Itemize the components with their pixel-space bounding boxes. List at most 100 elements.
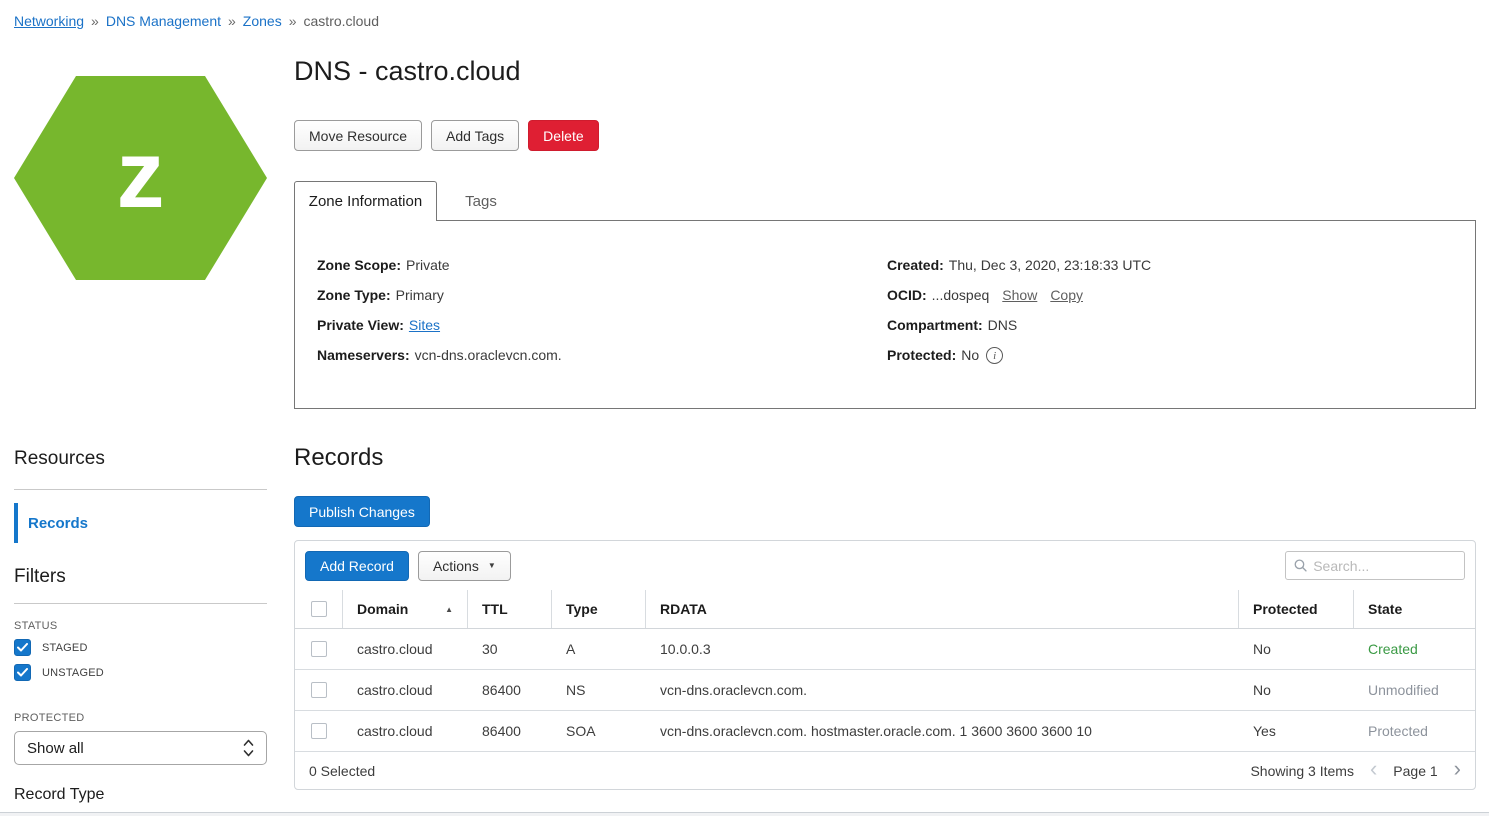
cell-state: Unmodified — [1354, 682, 1475, 698]
header-ttl: TTL — [468, 590, 552, 628]
cell-ttl: 86400 — [468, 723, 552, 739]
protected-filter-select-value: Show all — [27, 740, 84, 757]
cell-ttl: 86400 — [468, 682, 552, 698]
staged-checkbox[interactable] — [14, 639, 31, 656]
records-heading: Records — [294, 444, 383, 472]
records-table-footer: 0 Selected Showing 3 Items ‹ Page 1 › — [295, 752, 1475, 789]
protected-filter-select[interactable]: Show all — [14, 731, 267, 765]
sidebar-item-records-label: Records — [28, 515, 88, 532]
nameservers-row: Nameservers: vcn-dns.oraclevcn.com. — [317, 347, 562, 377]
zone-action-buttons: Move Resource Add Tags Delete — [294, 120, 599, 151]
breadcrumb-zones[interactable]: Zones — [243, 13, 282, 29]
zone-scope-row: Zone Scope: Private — [317, 257, 562, 287]
private-view-link[interactable]: Sites — [409, 317, 440, 333]
move-resource-button[interactable]: Move Resource — [294, 120, 422, 151]
filters-title: Filters — [14, 566, 66, 588]
created-row: Created: Thu, Dec 3, 2020, 23:18:33 UTC — [887, 257, 1151, 287]
page-prev-icon[interactable]: ‹ — [1370, 758, 1377, 783]
zone-scope-value: Private — [406, 257, 450, 273]
add-tags-button[interactable]: Add Tags — [431, 120, 519, 151]
ocid-value: ...dospeq — [932, 287, 990, 303]
cell-type: A — [552, 641, 646, 657]
cell-domain: castro.cloud — [343, 641, 468, 657]
cell-rdata: 10.0.0.3 — [646, 641, 1239, 657]
record-type-title: Record Type — [14, 786, 104, 804]
records-table-card: Add Record Actions ▼ Domain ▲ TTL — [294, 540, 1476, 790]
cell-protected: No — [1239, 641, 1354, 657]
zone-info-left-column: Zone Scope: Private Zone Type: Primary P… — [317, 257, 562, 377]
created-value: Thu, Dec 3, 2020, 23:18:33 UTC — [949, 257, 1151, 273]
info-icon[interactable]: i — [986, 347, 1003, 364]
row-checkbox[interactable] — [311, 641, 327, 657]
header-rdata: RDATA — [646, 590, 1239, 628]
cell-ttl: 30 — [468, 641, 552, 657]
records-table-header: Domain ▲ TTL Type RDATA Protected State — [295, 590, 1475, 629]
cell-domain: castro.cloud — [343, 723, 468, 739]
ocid-show-link[interactable]: Show — [1002, 287, 1037, 303]
records-toolbar: Add Record Actions ▼ — [295, 541, 1475, 590]
cell-state: Created — [1354, 641, 1475, 657]
publish-changes-button[interactable]: Publish Changes — [294, 496, 430, 527]
zone-type-value: Primary — [396, 287, 444, 303]
zone-type-row: Zone Type: Primary — [317, 287, 562, 317]
private-view-row: Private View: Sites — [317, 317, 562, 347]
add-record-button[interactable]: Add Record — [305, 551, 409, 581]
protected-row: Protected: No i — [887, 347, 1151, 377]
chevron-down-icon: ▼ — [488, 561, 496, 570]
ocid-copy-link[interactable]: Copy — [1050, 287, 1083, 303]
staged-checkbox-label: STAGED — [42, 642, 88, 654]
breadcrumb-dns-management[interactable]: DNS Management — [106, 13, 221, 29]
table-row: castro.cloud 86400 NS vcn-dns.oraclevcn.… — [295, 670, 1475, 711]
breadcrumb: Networking » DNS Management » Zones » ca… — [14, 13, 379, 29]
protected-value: No — [961, 347, 979, 363]
actions-dropdown-button[interactable]: Actions ▼ — [418, 551, 511, 581]
header-state: State — [1354, 590, 1475, 628]
sort-asc-icon: ▲ — [445, 605, 453, 614]
divider — [14, 489, 267, 490]
unstaged-checkbox-row[interactable]: UNSTAGED — [14, 664, 104, 681]
staged-checkbox-row[interactable]: STAGED — [14, 639, 88, 656]
compartment-row: Compartment: DNS — [887, 317, 1151, 347]
cell-protected: Yes — [1239, 723, 1354, 739]
search-input[interactable] — [1313, 558, 1456, 574]
zone-info-right-column: Created: Thu, Dec 3, 2020, 23:18:33 UTC … — [887, 257, 1151, 377]
unstaged-checkbox[interactable] — [14, 664, 31, 681]
breadcrumb-separator: » — [228, 13, 236, 29]
protected-filter-label: PROTECTED — [14, 712, 85, 724]
divider — [14, 603, 267, 604]
resources-title: Resources — [14, 448, 105, 470]
breadcrumb-separator: » — [91, 13, 99, 29]
header-protected: Protected — [1239, 590, 1354, 628]
page-next-icon[interactable]: › — [1454, 758, 1461, 783]
zone-hexagon-icon: z — [14, 68, 267, 288]
breadcrumb-networking[interactable]: Networking — [14, 13, 84, 29]
zone-information-panel: Zone Scope: Private Zone Type: Primary P… — [294, 220, 1476, 409]
table-row: castro.cloud 30 A 10.0.0.3 No Created — [295, 629, 1475, 670]
select-all-checkbox[interactable] — [311, 601, 327, 617]
cell-type: SOA — [552, 723, 646, 739]
table-row: castro.cloud 86400 SOA vcn-dns.oraclevcn… — [295, 711, 1475, 752]
tab-tags[interactable]: Tags — [437, 181, 525, 221]
tab-zone-information[interactable]: Zone Information — [294, 181, 437, 221]
search-icon — [1294, 558, 1307, 573]
delete-button[interactable]: Delete — [528, 120, 598, 151]
zone-letter: z — [14, 68, 267, 288]
cell-state: Protected — [1354, 723, 1475, 739]
selected-count: 0 Selected — [309, 763, 375, 779]
showing-items-count: Showing 3 Items — [1250, 763, 1354, 779]
cell-protected: No — [1239, 682, 1354, 698]
records-search — [1285, 551, 1465, 580]
cell-rdata: vcn-dns.oraclevcn.com. — [646, 682, 1239, 698]
sidebar-item-records[interactable]: Records — [14, 503, 267, 543]
row-checkbox[interactable] — [311, 682, 327, 698]
unstaged-checkbox-label: UNSTAGED — [42, 667, 104, 679]
header-domain[interactable]: Domain ▲ — [343, 590, 468, 628]
breadcrumb-separator: » — [289, 13, 297, 29]
compartment-value: DNS — [988, 317, 1018, 333]
ocid-row: OCID: ...dospeq Show Copy — [887, 287, 1151, 317]
nameservers-value: vcn-dns.oraclevcn.com. — [415, 347, 562, 363]
row-checkbox[interactable] — [311, 723, 327, 739]
cell-rdata: vcn-dns.oraclevcn.com. hostmaster.oracle… — [646, 723, 1239, 739]
pagination: Showing 3 Items ‹ Page 1 › — [1250, 758, 1461, 783]
header-type: Type — [552, 590, 646, 628]
